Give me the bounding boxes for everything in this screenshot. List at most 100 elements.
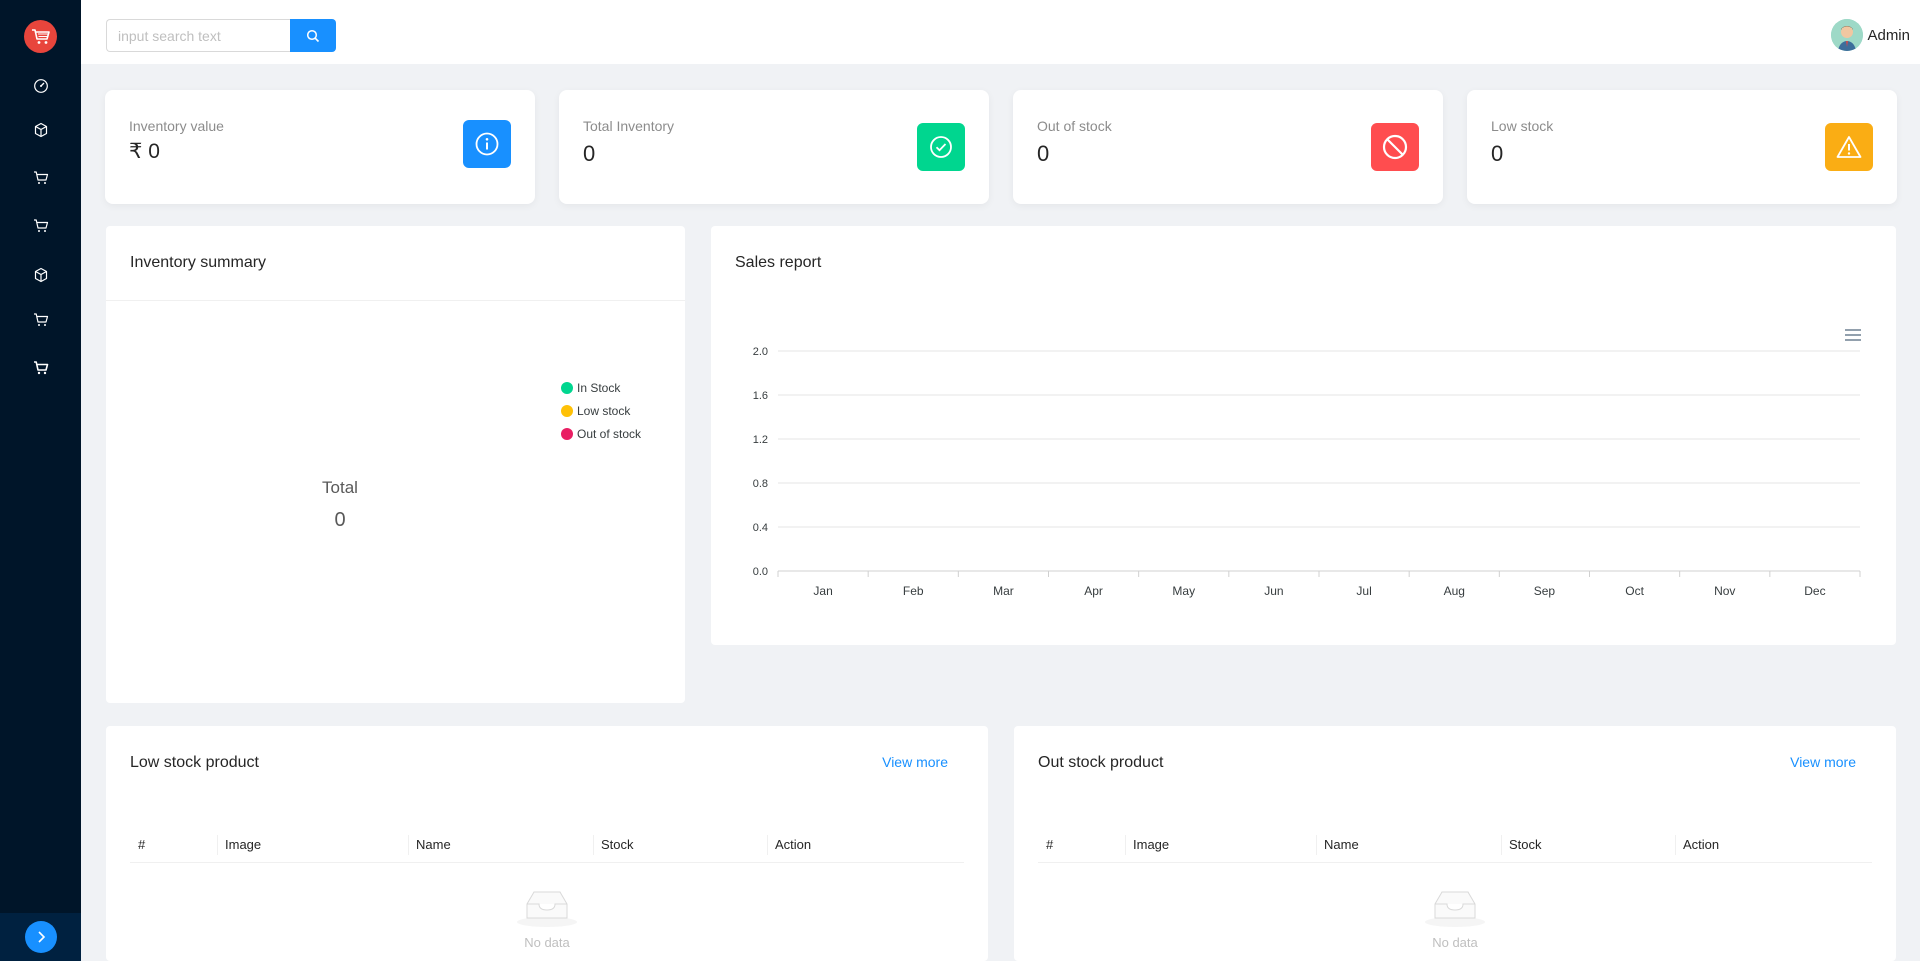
- panel-title: Inventory summary: [130, 254, 267, 271]
- empty-text: No data: [524, 935, 570, 950]
- donut-legend: In Stock Low stock Out of stock: [561, 376, 641, 445]
- sidebar-item-returns[interactable]: [0, 348, 81, 388]
- search-button[interactable]: [290, 19, 336, 52]
- empty-state: No data: [1014, 886, 1896, 950]
- stat-label: Inventory value: [129, 118, 224, 134]
- low-stock-panel: Low stock product View more # Image Name…: [106, 726, 988, 961]
- check-circle-icon: [917, 123, 965, 171]
- chevron-right-icon: [37, 931, 45, 943]
- stat-label: Total Inventory: [583, 118, 675, 134]
- x-tick-label: Jun: [1264, 584, 1283, 598]
- avatar: [1831, 19, 1864, 51]
- inventory-summary-panel: Inventory summary Total 0 In Stock Low s…: [106, 226, 685, 703]
- search-bar: [106, 19, 336, 52]
- legend-item-in-stock[interactable]: In Stock: [561, 376, 641, 399]
- empty-state: No data: [106, 886, 988, 950]
- search-icon: [306, 29, 320, 42]
- table-header: # Image Name Stock Action: [130, 826, 964, 863]
- panel-divider: [106, 300, 685, 301]
- cart-icon: [33, 361, 48, 375]
- legend-item-out-of-stock[interactable]: Out of stock: [561, 422, 641, 445]
- stop-icon: [1371, 123, 1419, 171]
- x-tick-label: Feb: [903, 584, 924, 598]
- empty-inbox-icon: [1425, 891, 1485, 927]
- empty-text: No data: [1432, 935, 1478, 950]
- legend-marker: [561, 404, 573, 417]
- x-tick-label: Apr: [1084, 584, 1103, 598]
- x-tick-label: Jan: [813, 584, 832, 598]
- stat-card-out-of-stock: Out of stock 0: [1013, 90, 1443, 204]
- legend-label: Low stock: [577, 403, 631, 418]
- legend-marker: [561, 427, 573, 440]
- shop-logo-icon[interactable]: [24, 20, 57, 53]
- sidebar: [0, 0, 81, 961]
- cube-icon: [34, 267, 47, 283]
- sidebar-item-purchases[interactable]: [0, 206, 81, 246]
- info-icon: [463, 120, 511, 168]
- user-menu[interactable]: Admin: [1831, 19, 1910, 51]
- sales-report-panel: Sales report 2.0 1.6 1.2 0.8 0.4 0.0 Jan Feb Mar…: [711, 226, 1896, 645]
- legend-marker: [561, 381, 573, 394]
- stat-card-low-stock: Low stock 0: [1467, 90, 1897, 204]
- legend-item-low-stock[interactable]: Low stock: [561, 399, 641, 422]
- column-header[interactable]: Image: [1125, 826, 1316, 863]
- y-tick-label: 0.8: [753, 478, 768, 490]
- y-tick-label: 1.2: [753, 434, 768, 446]
- cart-icon: [33, 219, 48, 232]
- sidebar-collapse-bar: [0, 913, 81, 961]
- column-header[interactable]: Stock: [1501, 826, 1675, 863]
- column-header[interactable]: Action: [1675, 826, 1872, 863]
- legend-label: Out of stock: [577, 426, 642, 441]
- cube-icon: [34, 122, 47, 138]
- stat-value: 0: [1037, 141, 1050, 166]
- donut-total-value: 0: [334, 509, 346, 531]
- panel-title: Low stock product: [130, 754, 259, 771]
- x-tick-label: Mar: [993, 584, 1014, 598]
- x-tick-label: Sep: [1534, 584, 1556, 598]
- user-name: Admin: [1867, 26, 1910, 44]
- column-header[interactable]: #: [130, 826, 217, 863]
- column-header[interactable]: #: [1038, 826, 1125, 863]
- stat-value: 0: [583, 141, 596, 166]
- column-header[interactable]: Action: [767, 826, 964, 863]
- panel-title: Out stock product: [1038, 754, 1164, 771]
- x-tick-label: May: [1172, 584, 1195, 598]
- legend-label: In Stock: [577, 380, 621, 395]
- sidebar-item-inventory[interactable]: [0, 255, 81, 295]
- search-input[interactable]: [106, 19, 290, 52]
- cart-icon: [33, 313, 48, 326]
- expand-sidebar-button[interactable]: [24, 921, 57, 953]
- empty-inbox-icon: [517, 891, 577, 927]
- stat-value: 0: [1491, 141, 1504, 166]
- x-tick-label: Jul: [1356, 584, 1371, 598]
- donut-total-label: Total: [322, 478, 358, 497]
- y-tick-label: 0.0: [753, 566, 768, 578]
- sidebar-item-products[interactable]: [0, 110, 81, 150]
- column-header[interactable]: Image: [217, 826, 408, 863]
- x-tick-label: Oct: [1625, 584, 1644, 598]
- y-tick-label: 0.4: [753, 522, 768, 534]
- view-more-link[interactable]: View more: [1790, 754, 1856, 770]
- sidebar-item-orders[interactable]: [0, 158, 81, 198]
- stat-value: ₹ 0: [129, 140, 160, 163]
- y-tick-label: 1.6: [753, 390, 768, 402]
- x-tick-label: Nov: [1714, 584, 1735, 598]
- stat-card-total-inventory: Total Inventory 0: [559, 90, 989, 204]
- table-header: # Image Name Stock Action: [1038, 826, 1872, 863]
- view-more-link[interactable]: View more: [882, 754, 948, 770]
- column-header[interactable]: Name: [408, 826, 593, 863]
- sidebar-item-dashboard[interactable]: [0, 66, 81, 106]
- dashboard-icon: [33, 79, 48, 93]
- stat-label: Low stock: [1491, 118, 1554, 134]
- x-tick-label: Aug: [1444, 584, 1465, 598]
- column-header[interactable]: Stock: [593, 826, 767, 863]
- column-header[interactable]: Name: [1316, 826, 1501, 863]
- sidebar-item-sales[interactable]: [0, 300, 81, 340]
- top-header: Admin: [81, 0, 1920, 64]
- warning-icon: [1825, 123, 1873, 171]
- out-stock-panel: Out stock product View more # Image Name…: [1014, 726, 1896, 961]
- stat-card-inventory-value: Inventory value ₹ 0: [105, 90, 535, 204]
- stat-label: Out of stock: [1037, 118, 1112, 134]
- y-tick-label: 2.0: [753, 346, 768, 358]
- cart-icon: [33, 171, 48, 184]
